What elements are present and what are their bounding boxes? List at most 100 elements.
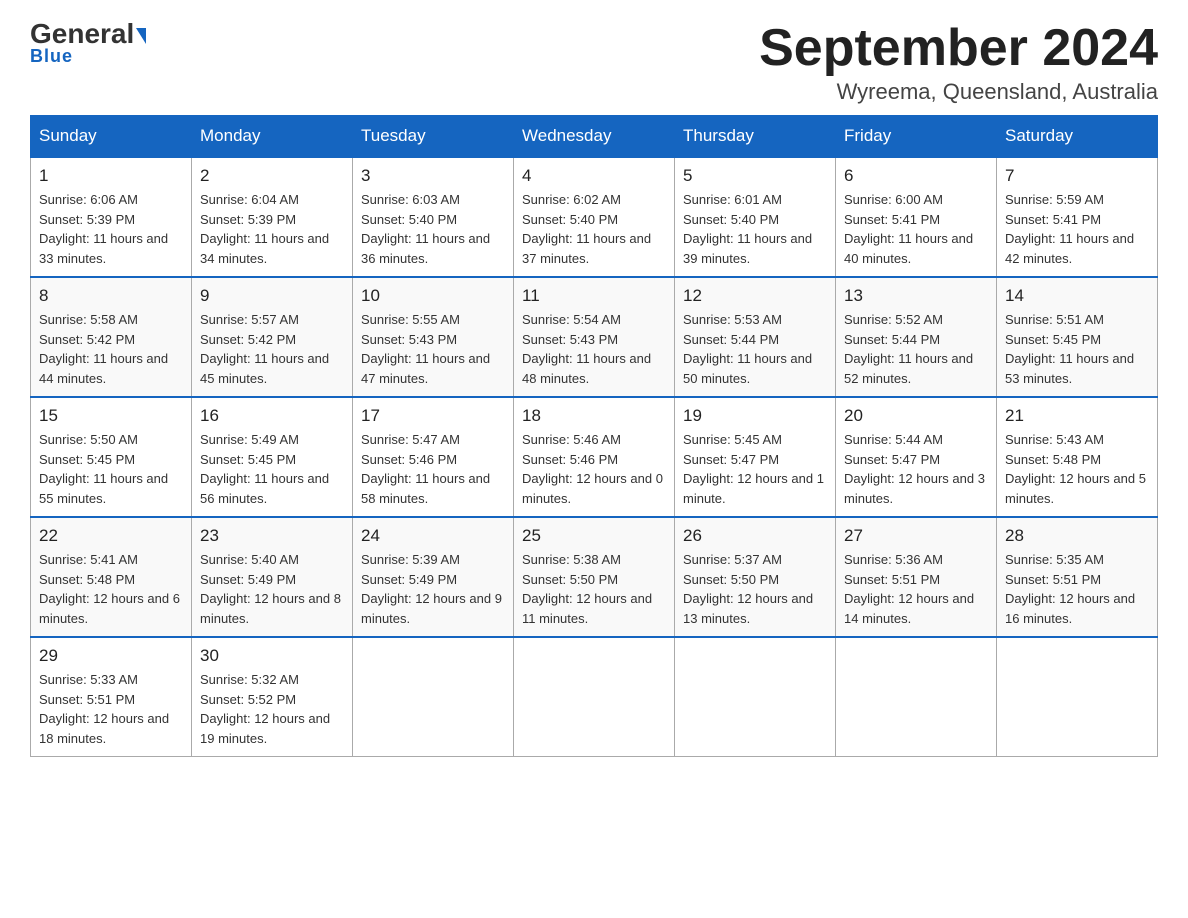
calendar-week-row: 29Sunrise: 5:33 AMSunset: 5:51 PMDayligh… [31,637,1158,757]
calendar-cell: 18 Sunrise: 5:46 AMSunset: 5:46 PMDayligh… [514,397,675,517]
weekday-header-monday: Monday [192,116,353,158]
page-header: General Blue September 2024 Wyreema, Que… [30,20,1158,105]
day-info: Sunrise: 5:49 AMSunset: 5:45 PMDaylight:… [200,430,344,508]
day-info: Sunrise: 5:39 AMSunset: 5:49 PMDaylight:… [361,550,505,628]
day-info: Sunrise: 5:45 AMSunset: 5:47 PMDaylight:… [683,430,827,508]
day-number: 18 [522,406,666,426]
day-info: Sunrise: 6:06 AMSunset: 5:39 PMDaylight:… [39,190,183,268]
day-number: 3 [361,166,505,186]
calendar-cell: 11 Sunrise: 5:54 AMSunset: 5:43 PMDayligh… [514,277,675,397]
calendar-cell [675,637,836,757]
day-info: Sunrise: 5:51 AMSunset: 5:45 PMDaylight:… [1005,310,1149,388]
calendar-cell: 20 Sunrise: 5:44 AMSunset: 5:47 PMDayligh… [836,397,997,517]
logo: General Blue [30,20,146,67]
day-info: Sunrise: 5:54 AMSunset: 5:43 PMDaylight:… [522,310,666,388]
calendar-cell [514,637,675,757]
day-number: 28 [1005,526,1149,546]
day-info: Sunrise: 5:32 AMSunset: 5:52 PMDaylight:… [200,670,344,748]
calendar-cell [353,637,514,757]
calendar-cell: 3 Sunrise: 6:03 AMSunset: 5:40 PMDaylight… [353,157,514,277]
day-number: 19 [683,406,827,426]
day-number: 11 [522,286,666,306]
calendar-cell: 29Sunrise: 5:33 AMSunset: 5:51 PMDayligh… [31,637,192,757]
day-info: Sunrise: 5:57 AMSunset: 5:42 PMDaylight:… [200,310,344,388]
logo-text: General [30,20,146,48]
weekday-header-thursday: Thursday [675,116,836,158]
day-number: 4 [522,166,666,186]
day-number: 24 [361,526,505,546]
day-info: Sunrise: 5:35 AMSunset: 5:51 PMDaylight:… [1005,550,1149,628]
calendar-cell: 14 Sunrise: 5:51 AMSunset: 5:45 PMDayligh… [997,277,1158,397]
title-block: September 2024 Wyreema, Queensland, Aust… [759,20,1158,105]
day-info: Sunrise: 5:46 AMSunset: 5:46 PMDaylight:… [522,430,666,508]
calendar-cell: 21 Sunrise: 5:43 AMSunset: 5:48 PMDayligh… [997,397,1158,517]
day-number: 5 [683,166,827,186]
logo-blue-line: Blue [30,46,73,67]
day-info: Sunrise: 5:41 AMSunset: 5:48 PMDaylight:… [39,550,183,628]
weekday-header-tuesday: Tuesday [353,116,514,158]
calendar-cell: 26Sunrise: 5:37 AMSunset: 5:50 PMDayligh… [675,517,836,637]
calendar-cell: 15 Sunrise: 5:50 AMSunset: 5:45 PMDayligh… [31,397,192,517]
calendar-cell [836,637,997,757]
day-number: 2 [200,166,344,186]
calendar-table: SundayMondayTuesdayWednesdayThursdayFrid… [30,115,1158,757]
day-info: Sunrise: 5:33 AMSunset: 5:51 PMDaylight:… [39,670,183,748]
calendar-cell: 5 Sunrise: 6:01 AMSunset: 5:40 PMDaylight… [675,157,836,277]
calendar-cell: 10Sunrise: 5:55 AMSunset: 5:43 PMDayligh… [353,277,514,397]
weekday-header-friday: Friday [836,116,997,158]
calendar-cell: 16Sunrise: 5:49 AMSunset: 5:45 PMDayligh… [192,397,353,517]
day-info: Sunrise: 5:50 AMSunset: 5:45 PMDaylight:… [39,430,183,508]
calendar-week-row: 1 Sunrise: 6:06 AMSunset: 5:39 PMDaylight… [31,157,1158,277]
day-number: 12 [683,286,827,306]
day-number: 9 [200,286,344,306]
day-number: 20 [844,406,988,426]
weekday-header-sunday: Sunday [31,116,192,158]
day-info: Sunrise: 5:38 AMSunset: 5:50 PMDaylight:… [522,550,666,628]
day-info: Sunrise: 6:04 AMSunset: 5:39 PMDaylight:… [200,190,344,268]
location-text: Wyreema, Queensland, Australia [759,79,1158,105]
weekday-header-saturday: Saturday [997,116,1158,158]
day-info: Sunrise: 5:44 AMSunset: 5:47 PMDaylight:… [844,430,988,508]
day-info: Sunrise: 5:53 AMSunset: 5:44 PMDaylight:… [683,310,827,388]
calendar-cell: 7 Sunrise: 5:59 AMSunset: 5:41 PMDaylight… [997,157,1158,277]
calendar-cell: 27 Sunrise: 5:36 AMSunset: 5:51 PMDayligh… [836,517,997,637]
day-info: Sunrise: 5:43 AMSunset: 5:48 PMDaylight:… [1005,430,1149,508]
day-number: 15 [39,406,183,426]
day-number: 25 [522,526,666,546]
day-info: Sunrise: 6:01 AMSunset: 5:40 PMDaylight:… [683,190,827,268]
day-info: Sunrise: 5:36 AMSunset: 5:51 PMDaylight:… [844,550,988,628]
day-info: Sunrise: 5:59 AMSunset: 5:41 PMDaylight:… [1005,190,1149,268]
day-info: Sunrise: 5:58 AMSunset: 5:42 PMDaylight:… [39,310,183,388]
weekday-header-wednesday: Wednesday [514,116,675,158]
day-number: 22 [39,526,183,546]
day-info: Sunrise: 5:40 AMSunset: 5:49 PMDaylight:… [200,550,344,628]
day-number: 17 [361,406,505,426]
day-number: 26 [683,526,827,546]
day-info: Sunrise: 6:03 AMSunset: 5:40 PMDaylight:… [361,190,505,268]
day-number: 14 [1005,286,1149,306]
day-info: Sunrise: 6:02 AMSunset: 5:40 PMDaylight:… [522,190,666,268]
day-info: Sunrise: 5:52 AMSunset: 5:44 PMDaylight:… [844,310,988,388]
day-number: 27 [844,526,988,546]
calendar-cell: 22 Sunrise: 5:41 AMSunset: 5:48 PMDayligh… [31,517,192,637]
calendar-cell: 2 Sunrise: 6:04 AMSunset: 5:39 PMDaylight… [192,157,353,277]
calendar-cell: 4 Sunrise: 6:02 AMSunset: 5:40 PMDaylight… [514,157,675,277]
calendar-cell: 1 Sunrise: 6:06 AMSunset: 5:39 PMDaylight… [31,157,192,277]
calendar-cell: 8 Sunrise: 5:58 AMSunset: 5:42 PMDaylight… [31,277,192,397]
calendar-cell: 19 Sunrise: 5:45 AMSunset: 5:47 PMDayligh… [675,397,836,517]
day-number: 1 [39,166,183,186]
calendar-cell: 13Sunrise: 5:52 AMSunset: 5:44 PMDayligh… [836,277,997,397]
calendar-cell: 6 Sunrise: 6:00 AMSunset: 5:41 PMDaylight… [836,157,997,277]
day-number: 6 [844,166,988,186]
day-number: 7 [1005,166,1149,186]
day-info: Sunrise: 6:00 AMSunset: 5:41 PMDaylight:… [844,190,988,268]
day-info: Sunrise: 5:47 AMSunset: 5:46 PMDaylight:… [361,430,505,508]
day-number: 21 [1005,406,1149,426]
calendar-cell: 28 Sunrise: 5:35 AMSunset: 5:51 PMDayligh… [997,517,1158,637]
calendar-cell [997,637,1158,757]
day-number: 23 [200,526,344,546]
day-number: 8 [39,286,183,306]
calendar-cell: 23 Sunrise: 5:40 AMSunset: 5:49 PMDayligh… [192,517,353,637]
calendar-cell: 17 Sunrise: 5:47 AMSunset: 5:46 PMDayligh… [353,397,514,517]
day-number: 10 [361,286,505,306]
